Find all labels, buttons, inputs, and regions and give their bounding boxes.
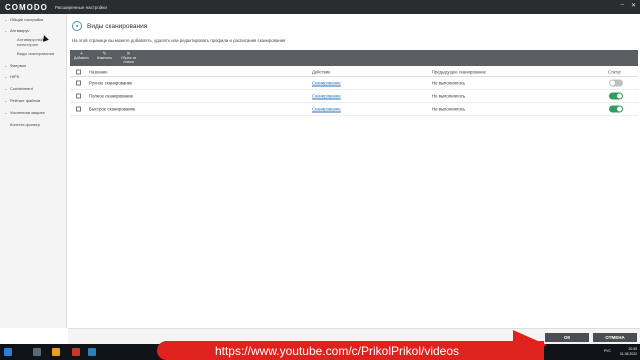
sidebar-item-general[interactable]: ⌄ Общие настройки — [0, 17, 67, 22]
settings-window: COMODO Расширенные настройки – ✕ ⌄ Общие … — [0, 0, 640, 344]
column-name[interactable]: Название — [89, 70, 108, 75]
previous-scan: Не выполнялось — [432, 80, 466, 86]
close-icon[interactable]: ✕ — [631, 2, 636, 9]
table-row[interactable]: Полное сканирование Сканирование Не выпо… — [70, 90, 638, 103]
toolbar: + Добавить ✎ Изменить ✕ Убрать из списка — [70, 50, 638, 66]
column-status[interactable]: Статус — [608, 70, 621, 75]
clock-date: 01.08.2022 — [620, 351, 637, 356]
column-action[interactable]: Действие — [312, 70, 330, 75]
main-content: Виды сканирования На этой странице вы мо… — [68, 14, 640, 328]
sidebar-item-file-rating[interactable]: ⌄ Рейтинг файлов — [0, 98, 67, 103]
previous-scan: Не выполнялось — [432, 93, 466, 99]
ok-button[interactable]: ОК — [545, 333, 589, 342]
scan-table: Название Действие Предыдущее сканировани… — [70, 68, 638, 116]
app-icon[interactable] — [72, 348, 80, 356]
page-title: Виды сканирования — [87, 23, 148, 30]
row-checkbox[interactable] — [76, 80, 81, 86]
minimize-icon[interactable]: – — [621, 2, 624, 9]
browser-icon[interactable] — [88, 348, 96, 356]
explorer-icon[interactable] — [33, 348, 41, 356]
table-header: Название Действие Предыдущее сканировани… — [70, 68, 638, 77]
status-toggle[interactable] — [609, 79, 623, 87]
page-header: Виды сканирования На этой странице вы мо… — [68, 14, 640, 50]
scan-types-icon — [72, 21, 82, 31]
banner-url: https://www.youtube.com/c/PrikolPrikol/v… — [214, 343, 460, 358]
status-toggle[interactable] — [609, 92, 623, 100]
status-toggle[interactable] — [609, 105, 623, 113]
table-row[interactable]: Ручное сканирование Сканирование Не выпо… — [70, 77, 638, 90]
edit-button[interactable]: ✎ Изменить — [93, 50, 116, 66]
keyboard-language[interactable]: РУС — [604, 349, 611, 353]
sidebar-item-containment[interactable]: ⌄ Containment — [0, 86, 67, 91]
row-checkbox[interactable] — [76, 106, 81, 112]
scan-name: Ручное сканирование — [89, 80, 133, 86]
scan-action-link[interactable]: Сканирование — [312, 81, 341, 86]
previous-scan: Не выполнялось — [432, 106, 466, 112]
remove-button[interactable]: ✕ Убрать из списка — [116, 50, 141, 66]
scan-name: Быстрое сканирование — [89, 106, 136, 112]
scan-name: Полное сканирование — [89, 93, 134, 99]
sidebar-item-hips[interactable]: ⌄ HIPS — [0, 74, 67, 79]
folder-icon[interactable] — [52, 348, 60, 356]
sidebar-item-firewall[interactable]: ⌄ Фаервол — [0, 63, 67, 68]
column-previous-scan[interactable]: Предыдущее сканирование — [432, 70, 486, 75]
sidebar-sub-scan-types[interactable]: Виды сканирования — [17, 51, 54, 56]
comodo-logo: COMODO — [5, 2, 48, 12]
select-all-checkbox[interactable] — [76, 69, 81, 75]
add-button[interactable]: + Добавить — [70, 50, 93, 66]
windows-start-icon[interactable] — [4, 348, 12, 356]
sidebar-item-enhanced-protection[interactable]: ⌄ Усиленная защита — [0, 110, 67, 115]
sidebar: ⌄ Общие настройки ⌄ Антивирус Антивирусный… — [0, 14, 67, 328]
row-checkbox[interactable] — [76, 93, 81, 99]
url-banner: https://www.youtube.com/c/PrikolPrikol/v… — [157, 341, 544, 360]
sidebar-item-antivirus[interactable]: ⌄ Антивирус — [0, 28, 67, 33]
sidebar-item-content-filter[interactable]: Контент-фильтр — [0, 122, 67, 127]
scan-action-link[interactable]: Сканирование — [312, 94, 341, 99]
title-bar: COMODO Расширенные настройки – ✕ — [0, 0, 640, 14]
clock[interactable]: 20:55 01.08.2022 — [620, 347, 637, 356]
window-title: Расширенные настройки — [54, 4, 107, 10]
table-row[interactable]: Быстрое сканирование Сканирование Не вып… — [70, 103, 638, 116]
page-description: На этой странице вы можете добавлять, уд… — [72, 38, 286, 43]
cancel-button[interactable]: ОТМЕНА — [593, 333, 637, 342]
scan-action-link[interactable]: Сканирование — [312, 107, 341, 112]
